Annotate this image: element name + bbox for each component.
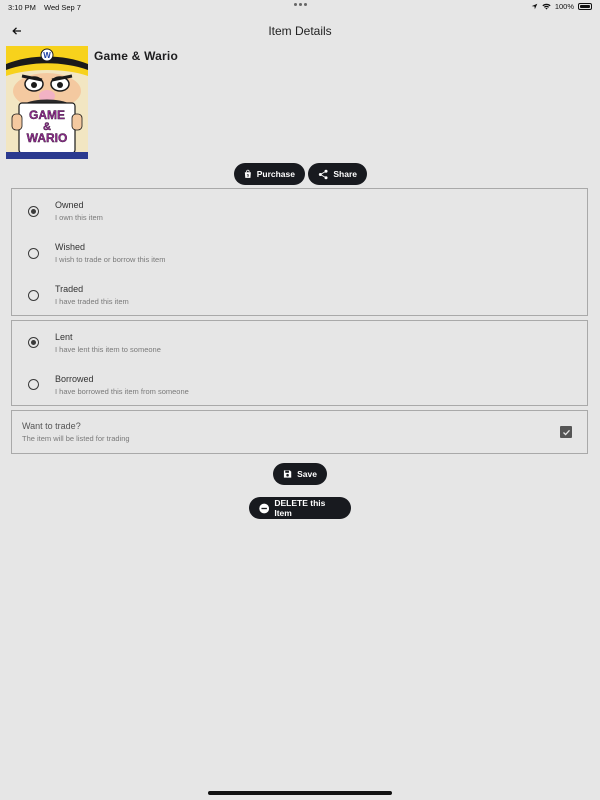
option-subtitle: I have traded this item (55, 297, 129, 306)
svg-text:W: W (43, 51, 51, 60)
delete-label: DELETE this Item (274, 498, 326, 518)
option-borrowed[interactable]: Borrowed I have borrowed this item from … (12, 363, 587, 403)
owned-radio[interactable] (28, 206, 39, 217)
traded-radio[interactable] (28, 290, 39, 301)
app-bar: Item Details (0, 16, 600, 46)
purchase-label: Purchase (256, 169, 295, 179)
shopping-bag-icon: S (244, 169, 251, 178)
loan-status-group: Lent I have lent this item to someone Bo… (11, 320, 588, 406)
option-title: Owned (55, 200, 84, 210)
svg-text:S: S (247, 174, 250, 178)
option-subtitle: I have borrowed this item from someone (55, 387, 189, 396)
battery-percent: 100% (554, 2, 574, 11)
want-to-trade-row[interactable]: Want to trade? The item will be listed f… (11, 410, 588, 454)
delete-item-button[interactable]: DELETE this Item (249, 497, 351, 519)
trade-title: Want to trade? (22, 421, 81, 431)
borrowed-radio[interactable] (28, 379, 39, 390)
status-bar: 3:10 PM Wed Sep 7 100% (0, 0, 600, 14)
multitasking-dots-icon[interactable] (294, 3, 307, 6)
save-label: Save (297, 469, 317, 479)
status-indicators: 100% (531, 2, 592, 11)
option-wished[interactable]: Wished I wish to trade or borrow this it… (12, 231, 587, 271)
share-icon (318, 169, 328, 179)
item-cover-image: W GAME & WARIO (6, 46, 88, 159)
option-title: Traded (55, 284, 84, 294)
wished-radio[interactable] (28, 248, 39, 259)
battery-icon (578, 3, 592, 10)
share-label: Share (333, 169, 357, 179)
remove-circle-icon (259, 503, 270, 513)
home-indicator[interactable] (208, 791, 392, 795)
option-subtitle: I own this item (55, 213, 103, 222)
option-subtitle: I have lent this item to someone (55, 345, 161, 354)
option-subtitle: I wish to trade or borrow this item (55, 255, 166, 264)
lent-radio[interactable] (28, 337, 39, 348)
trade-subtitle: The item will be listed for trading (22, 434, 130, 443)
option-title: Lent (55, 332, 73, 342)
location-icon (531, 3, 538, 10)
ownership-status-group: Owned I own this item Wished I wish to t… (11, 188, 588, 316)
option-owned[interactable]: Owned I own this item (12, 189, 587, 229)
item-title: Game & Wario (94, 49, 178, 63)
checkmark-icon (562, 429, 570, 436)
cover-art: W GAME & WARIO (6, 46, 88, 159)
trade-checkbox[interactable] (560, 426, 572, 438)
cover-text-top: GAME (29, 108, 65, 122)
save-icon (283, 470, 292, 478)
option-traded[interactable]: Traded I have traded this item (12, 273, 587, 313)
status-time: 3:10 PM (8, 3, 36, 12)
page-title: Item Details (268, 24, 332, 38)
option-title: Wished (55, 242, 86, 252)
status-date: Wed Sep 7 (44, 3, 81, 12)
wifi-icon (542, 3, 551, 10)
cover-text-bottom: WARIO (27, 131, 68, 145)
purchase-button[interactable]: S Purchase (234, 163, 305, 185)
save-button[interactable]: Save (273, 463, 327, 485)
option-lent[interactable]: Lent I have lent this item to someone (12, 321, 587, 361)
share-button[interactable]: Share (308, 163, 367, 185)
option-title: Borrowed (55, 374, 94, 384)
